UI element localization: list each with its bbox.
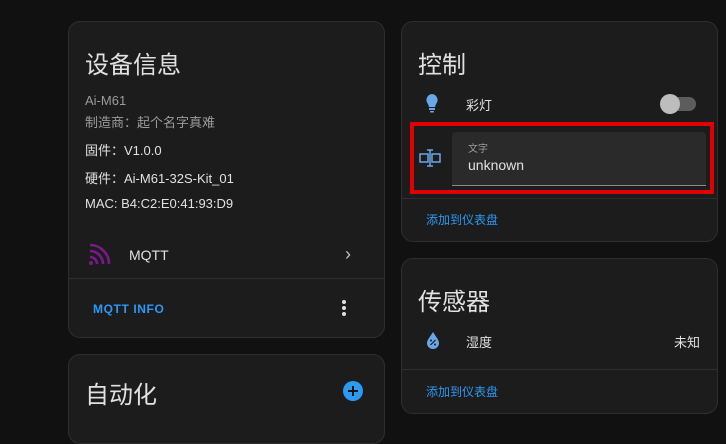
device-model: Ai-M61 — [85, 93, 127, 108]
light-toggle-knob — [660, 94, 680, 114]
text-input-field[interactable]: 文字 unknown — [452, 132, 706, 186]
device-mac: MAC: B4:C2:E0:41:93:D9 — [85, 196, 234, 211]
humidity-label: 湿度 — [466, 335, 493, 350]
device-info-divider — [69, 278, 384, 279]
light-row: 彩灯 — [402, 88, 717, 118]
control-add-to-dashboard-button[interactable]: 添加到仪表盘 — [426, 211, 498, 228]
sensors-add-to-dashboard-button[interactable]: 添加到仪表盘 — [426, 383, 498, 400]
device-info-title: 设备信息 — [85, 52, 181, 79]
text-field-label: 文字 — [468, 144, 488, 155]
chevron-right-icon: › — [345, 244, 351, 264]
text-field-value: unknown — [468, 157, 525, 173]
device-info-card: 设备信息 Ai-M61 制造商：起个名字真难 固件：V1.0.0 硬件：Ai-M… — [68, 21, 385, 338]
more-vertical-icon[interactable] — [333, 297, 355, 319]
add-automation-icon[interactable] — [343, 381, 363, 401]
automation-card: 自动化 — [68, 354, 385, 444]
light-toggle[interactable] — [660, 94, 696, 114]
automation-title: 自动化 — [85, 382, 157, 409]
mqtt-integration-row[interactable]: MQTT › — [69, 236, 384, 276]
mqtt-info-button[interactable]: MQTT INFO — [93, 302, 164, 316]
lightbulb-icon[interactable] — [422, 92, 442, 114]
sensors-divider — [402, 369, 717, 370]
sensors-title: 传感器 — [418, 289, 490, 316]
humidity-row[interactable]: 湿度 未知 — [402, 325, 717, 355]
text-field-icon — [418, 146, 442, 170]
text-entity-highlight: 文字 unknown — [410, 122, 714, 194]
humidity-value: 未知 — [674, 335, 701, 350]
control-divider — [402, 198, 717, 199]
mqtt-label: MQTT — [129, 247, 169, 263]
device-hardware: 硬件：Ai-M61-32S-Kit_01 — [85, 171, 234, 186]
mqtt-icon — [87, 242, 113, 268]
water-percent-icon — [424, 330, 442, 350]
control-title: 控制 — [418, 52, 466, 79]
control-card: 控制 彩灯 文字 unknown 添加到仪表盘 — [401, 21, 718, 242]
device-manufacturer: 制造商：起个名字真难 — [85, 115, 216, 130]
sensors-card: 传感器 湿度 未知 添加到仪表盘 — [401, 258, 718, 414]
device-firmware: 固件：V1.0.0 — [85, 143, 162, 158]
light-label: 彩灯 — [466, 98, 493, 113]
